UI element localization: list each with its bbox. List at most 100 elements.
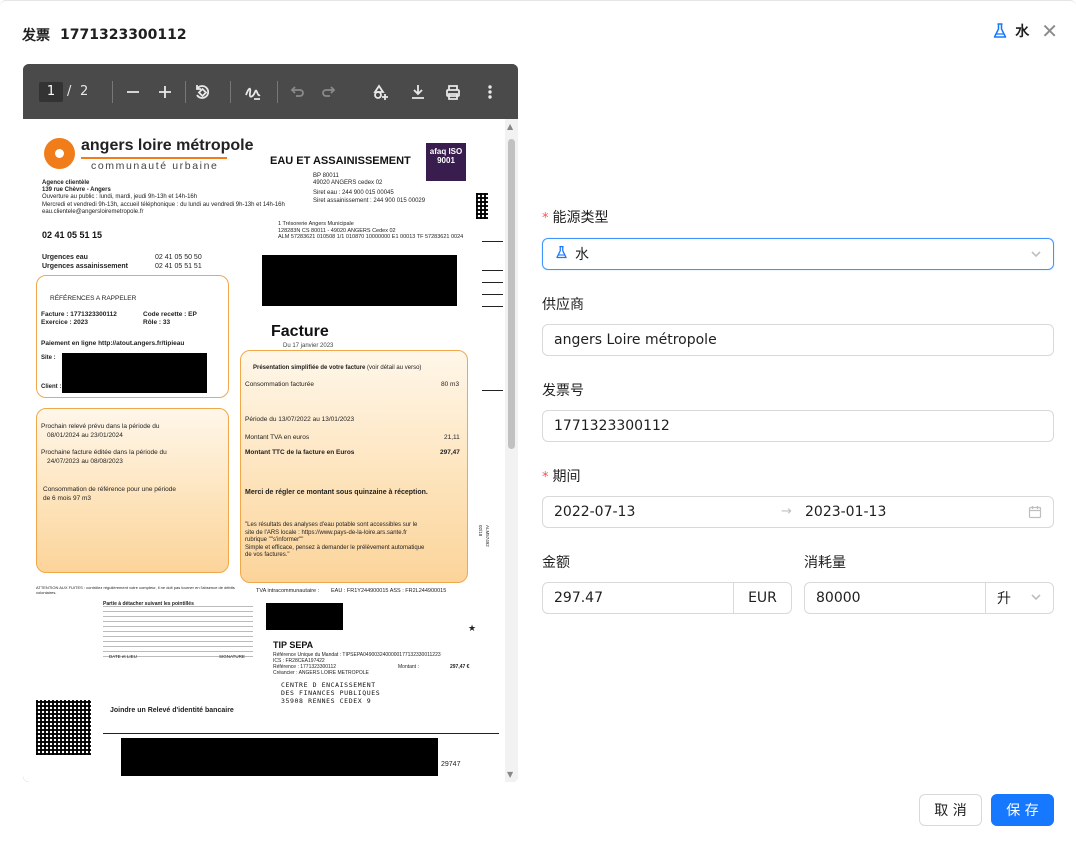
redo-icon[interactable]: [317, 80, 341, 104]
consumption-value: 80000: [816, 590, 861, 606]
doc-brand-sub: communauté urbaine: [91, 160, 219, 172]
doc-facture-title: Facture: [271, 323, 329, 340]
more-options-icon[interactable]: [478, 80, 502, 104]
energy-type-value: 水: [575, 247, 589, 263]
fold-mark: [482, 241, 503, 242]
header-energy-type: 水: [1015, 24, 1030, 40]
flask-icon: [991, 22, 1009, 40]
period-label: * 期间: [542, 469, 581, 485]
brand-underline: [81, 157, 227, 159]
amount-field[interactable]: 297.47 EUR: [542, 582, 792, 614]
scroll-up-icon[interactable]: ▲: [507, 122, 513, 131]
fold-mark: [482, 270, 503, 271]
zoom-in-icon[interactable]: [153, 80, 177, 104]
period-end-input[interactable]: 2023-01-13: [805, 504, 886, 520]
ref-left: Facture : 1771323300112 Exercice : 2023: [41, 311, 117, 326]
doc-urgences-phones: 02 41 05 50 50 02 41 05 51 51: [155, 254, 202, 270]
ref-right: Code recette : EP Rôle : 33: [143, 311, 197, 326]
chevron-down-icon: [1030, 248, 1042, 260]
footer-num: 29747: [441, 761, 461, 768]
energy-type-select[interactable]: 水: [542, 238, 1054, 270]
page-separator: /: [67, 84, 72, 99]
tva-value: 21,11: [444, 434, 460, 441]
scroll-down-icon[interactable]: ▼: [507, 770, 513, 779]
supplier-label: 供应商: [542, 297, 584, 313]
conso-ref: Consommation de référence pour une pério…: [43, 486, 176, 502]
scrollbar-thumb[interactable]: [508, 139, 515, 449]
side-code: ALM57492 02/18: [477, 525, 490, 547]
draw-signature-icon[interactable]: [241, 80, 265, 104]
energy-type-label: * 能源类型: [542, 210, 609, 226]
doc-facture-date: Du 17 janvier 2023: [283, 343, 334, 349]
pdf-scrollbar[interactable]: ▲ ▼: [505, 119, 518, 782]
total-pages: 2: [80, 84, 89, 99]
consumption-label: 消耗量: [804, 555, 846, 571]
cancel-button[interactable]: 取 消: [919, 794, 982, 826]
bottom-rule: [103, 733, 499, 734]
modal-title: 发票 1771323300112: [22, 25, 187, 45]
invoice-modal: 发票 1771323300112 水 ✕ 1 / 2 angers loire …: [0, 0, 1076, 844]
doc-brand: angers loire métropole: [81, 137, 254, 154]
toolbar-divider: [185, 81, 186, 103]
releve: Prochain relevé prévu dans la période du…: [41, 423, 160, 439]
add-shapes-icon[interactable]: [369, 80, 393, 104]
consumption-field[interactable]: 80000 升: [804, 582, 1054, 614]
download-icon[interactable]: [406, 80, 430, 104]
period-range-picker[interactable]: 2022-07-13 → 2023-01-13: [542, 496, 1054, 528]
qr-code-icon: [36, 700, 91, 755]
toolbar-divider: [112, 81, 113, 103]
centre-lines: CENTRE D ENCAISSEMENT DES FINANCES PUBLI…: [281, 681, 381, 705]
rotate-icon[interactable]: [190, 80, 214, 104]
afaq-logo: afaq ISO 9001: [426, 143, 466, 181]
arrow-right-icon: →: [781, 504, 792, 519]
pdf-page-area[interactable]: angers loire métropole communauté urbain…: [23, 119, 518, 782]
eau-ass: EAU : FR1Y244900015 ASS : FR2L244900015: [331, 588, 447, 594]
unit-value: 升: [997, 591, 1011, 607]
signature: SIGNATURE: [219, 654, 245, 659]
close-icon[interactable]: ✕: [1041, 21, 1058, 41]
supplier-field[interactable]: angers Loire métropole: [542, 324, 1054, 356]
fold-mark: [482, 282, 503, 283]
fold-mark: [482, 390, 503, 391]
ref-title: RÉFÉRENCES A RAPPELER: [50, 295, 137, 302]
conso-label: Consommation facturée: [245, 381, 315, 388]
periode: Période du 13/07/2022 au 13/01/2023: [245, 416, 355, 423]
supplier-value: angers Loire métropole: [554, 332, 717, 348]
doc-treasury: 1 Trésorerie Angers Municipale 128283N C…: [278, 221, 464, 240]
rib-note: Joindre un Relevé d'identité bancaire: [110, 707, 234, 714]
ref-paiement: Paiement en ligne http://atout.angers.fr…: [41, 340, 185, 347]
barcode-icon: [476, 193, 488, 219]
period-start-input[interactable]: 2022-07-13: [554, 504, 635, 520]
zoom-out-icon[interactable]: [121, 80, 145, 104]
ref-client: Client :: [41, 384, 62, 390]
currency-addon: EUR: [733, 583, 791, 613]
modal-title-invoice-number: 1771323300112: [60, 27, 187, 43]
doc-phone: 02 41 05 51 15: [42, 230, 103, 240]
pres-title: Présentation simplifiée de votre facture…: [253, 365, 422, 371]
doc-section-title: EAU ET ASSAINISSEMENT: [270, 155, 411, 167]
modal-title-label: 发票: [22, 28, 50, 44]
pdf-viewer: 1 / 2 angers loire métropole communauté …: [23, 64, 518, 782]
montant-value: 297,47 €: [450, 664, 470, 670]
calendar-icon[interactable]: [1028, 505, 1042, 519]
chevron-down-icon: [1030, 591, 1042, 603]
undo-icon[interactable]: [285, 80, 309, 104]
amount-value: 297.47: [554, 590, 603, 606]
partie: Partie à détacher suivant les pointillés: [103, 601, 194, 607]
redacted-block: [121, 738, 438, 776]
save-button[interactable]: 保 存: [991, 794, 1054, 826]
ttc-label: Montant TTC de la facture en Euros: [245, 449, 355, 456]
required-mark: *: [542, 211, 549, 226]
invoice-number-field[interactable]: 1771323300112: [542, 410, 1054, 442]
tva-label: Montant TVA en euros: [245, 434, 310, 441]
modal-header-actions: 水 ✕: [991, 21, 1058, 41]
edition: Prochaine facture éditée dans la période…: [41, 449, 167, 465]
ref-site: Site :: [41, 355, 56, 361]
page-number-input[interactable]: 1: [39, 82, 63, 102]
unit-select[interactable]: 升: [985, 583, 1053, 613]
fold-mark: [482, 294, 503, 295]
date-lieu: DATE et LIEU: [109, 654, 137, 659]
brand-logo-icon: [44, 138, 75, 169]
print-icon[interactable]: [441, 80, 465, 104]
toolbar-divider: [230, 81, 231, 103]
